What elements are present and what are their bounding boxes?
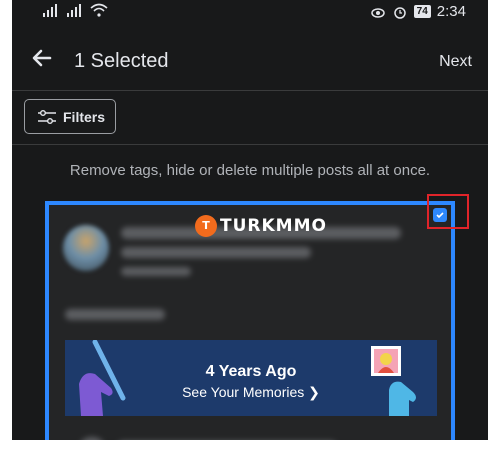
hand-with-photo-illustration bbox=[371, 346, 416, 416]
filters-label: Filters bbox=[63, 108, 106, 125]
signal-icon bbox=[43, 4, 57, 17]
page-title: 1 Selected bbox=[74, 50, 169, 72]
watermark: T TURKMMO bbox=[195, 215, 327, 237]
battery-indicator: 74 bbox=[413, 5, 431, 18]
divider bbox=[12, 144, 488, 145]
eye-icon bbox=[370, 7, 385, 18]
filters-button[interactable]: Filters bbox=[24, 99, 116, 134]
status-bar: 74 2:34 bbox=[12, 0, 488, 26]
next-post-preview bbox=[65, 431, 445, 440]
blurred-tagged-name bbox=[121, 247, 311, 258]
blurred-next-post-avatar bbox=[79, 437, 105, 440]
memories-banner[interactable]: 4 Years Ago See Your Memories ❯ bbox=[65, 340, 437, 416]
header: 1 Selected Next bbox=[12, 26, 488, 90]
blurred-post-text bbox=[65, 309, 165, 320]
blurred-timestamp bbox=[121, 267, 191, 276]
info-text: Remove tags, hide or delete multiple pos… bbox=[69, 162, 431, 179]
next-button[interactable]: Next bbox=[439, 53, 472, 71]
watermark-text: TURKMMO bbox=[220, 216, 327, 236]
avatar bbox=[63, 225, 109, 271]
divider bbox=[12, 90, 488, 91]
wifi-icon bbox=[90, 3, 108, 17]
clock: 2:34 bbox=[436, 3, 466, 20]
status-left bbox=[42, 3, 108, 17]
signal-icon bbox=[67, 4, 81, 17]
sliders-icon bbox=[38, 109, 56, 124]
arrow-left-icon[interactable] bbox=[30, 46, 54, 70]
status-right: 74 2:34 bbox=[370, 3, 466, 20]
watermark-logo: T bbox=[195, 215, 217, 237]
highlight-box bbox=[427, 194, 469, 229]
post-card[interactable]: T TURKMMO 4 Years Ago See Your Memories … bbox=[45, 201, 455, 440]
phone-screen: 74 2:34 1 Selected Next Filters Remove t… bbox=[12, 0, 488, 440]
alarm-icon bbox=[393, 6, 406, 19]
